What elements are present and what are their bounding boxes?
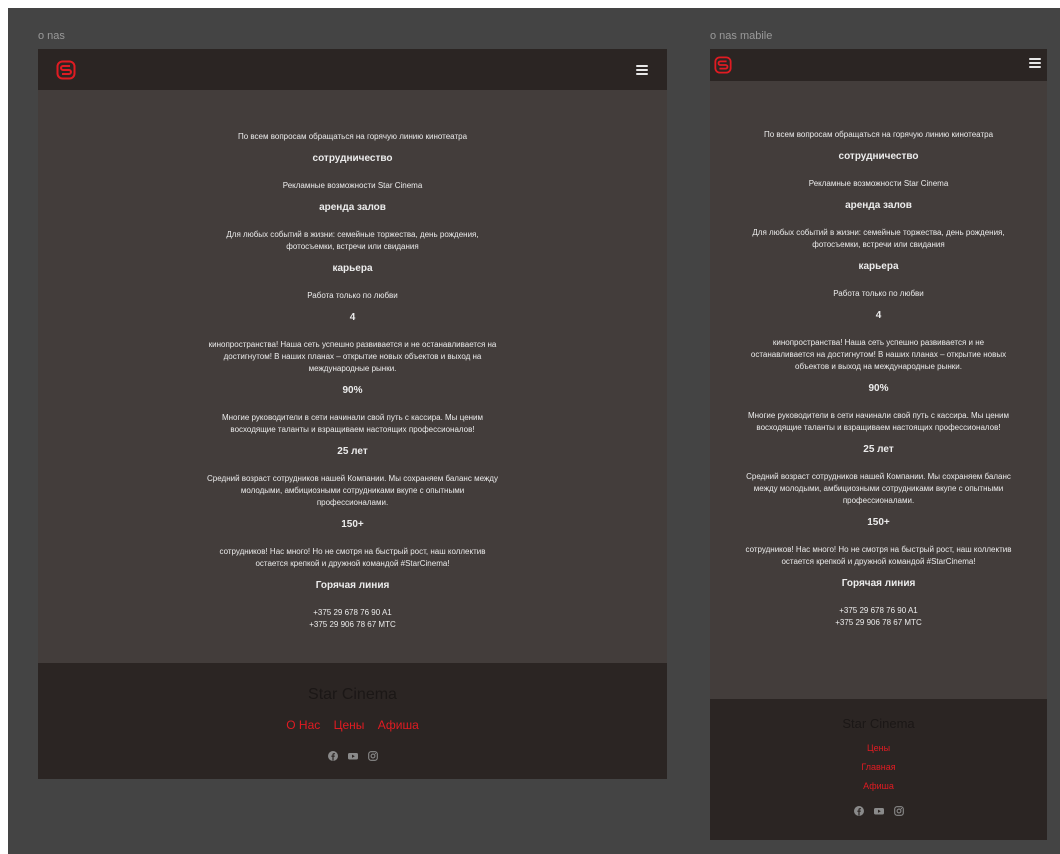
section-heading: 150+ — [867, 517, 890, 528]
instagram-icon[interactable] — [893, 803, 904, 816]
footer-brand: Star Cinema — [308, 686, 397, 703]
frame-label-mobile: o nas mabile — [710, 30, 773, 42]
frame-label-desktop: o nas — [38, 30, 65, 42]
section-text: Многие руководители в сети начинали свой… — [747, 411, 1010, 432]
section-text: сотрудников! Нас много! Но не смотря на … — [219, 547, 486, 568]
section-text: Средний возраст сотрудников нашей Компан… — [746, 472, 1011, 505]
footer-nav: О Нас Цены Афиша — [38, 716, 667, 734]
section-text: кинопространства! Наша сеть успешно разв… — [750, 338, 1007, 371]
section-text: сотрудников! Нас много! Но не смотря на … — [745, 545, 1012, 566]
section-text: По всем вопросам обращаться на горячую л… — [763, 130, 994, 139]
section-text: Работа только по любви — [307, 291, 398, 300]
section-text: Для любых событий в жизни: семейные торж… — [226, 230, 479, 251]
section-text: Многие руководители в сети начинали свой… — [221, 413, 484, 434]
footer-brand: Star Cinema — [842, 716, 915, 731]
social-links — [38, 748, 667, 761]
section-heading: 4 — [875, 310, 882, 321]
frame-desktop: По всем вопросам обращаться на горячую л… — [38, 49, 667, 779]
section-heading: карьера — [858, 261, 899, 272]
section-text: Работа только по любви — [833, 289, 924, 298]
top-nav-bar-mobile — [710, 49, 1047, 81]
section-heading: 150+ — [341, 519, 364, 530]
facebook-icon[interactable] — [327, 748, 338, 761]
section-heading: сотрудничество — [312, 153, 393, 164]
section-text: По всем вопросам обращаться на горячую л… — [237, 132, 468, 141]
footer-link-about[interactable]: О Нас — [286, 718, 320, 732]
section-heading: аренда залов — [845, 200, 912, 211]
footer-link-poster[interactable]: Афиша — [378, 718, 419, 732]
footer-link-prices[interactable]: Цены — [334, 718, 365, 732]
footer-mobile: Star Cinema Цены Главная Афиша — [710, 699, 1047, 840]
section-text: Средний возраст сотрудников нашей Компан… — [207, 474, 498, 507]
footer-nav-mobile: Цены Главная Афиша — [710, 743, 1047, 791]
main-content-mobile: По всем вопросам обращаться на горячую л… — [710, 129, 1047, 638]
facebook-icon[interactable] — [853, 803, 864, 816]
youtube-icon[interactable] — [873, 803, 884, 815]
menu-icon[interactable] — [636, 65, 648, 75]
frame-mobile: По всем вопросам обращаться на горячую л… — [710, 49, 1047, 840]
footer-link-poster[interactable]: Афиша — [863, 781, 894, 791]
instagram-icon[interactable] — [367, 748, 378, 761]
youtube-icon[interactable] — [347, 748, 358, 760]
section-text: Рекламные возможности Star Cinema — [282, 181, 423, 190]
logo-icon[interactable] — [56, 60, 76, 80]
section-heading: 4 — [349, 312, 356, 323]
section-text: кинопространства! Наша сеть успешно разв… — [208, 340, 497, 373]
top-nav-bar — [38, 49, 667, 90]
section-heading: Горячая линия — [841, 578, 916, 589]
footer-link-home[interactable]: Главная — [861, 762, 895, 772]
section-heading: аренда залов — [319, 202, 386, 213]
main-content: По всем вопросам обращаться на горячую л… — [38, 131, 667, 640]
section-text: +375 29 678 76 90 A1 +375 29 906 78 67 M… — [835, 606, 922, 627]
section-text: +375 29 678 76 90 A1 +375 29 906 78 67 M… — [309, 608, 396, 629]
section-heading: 25 лет — [337, 446, 368, 457]
design-canvas: o nas По всем вопросам обращаться на гор… — [8, 8, 1060, 854]
social-links-mobile — [710, 803, 1047, 816]
section-heading: карьера — [332, 263, 373, 274]
section-heading: сотрудничество — [838, 151, 919, 162]
section-text: Рекламные возможности Star Cinema — [808, 179, 949, 188]
logo-icon[interactable] — [714, 56, 732, 74]
section-heading: 25 лет — [863, 444, 894, 455]
section-heading: 90% — [342, 385, 363, 396]
section-heading: 90% — [868, 383, 889, 394]
footer-link-prices[interactable]: Цены — [867, 743, 890, 753]
footer: Star Cinema О Нас Цены Афиша — [38, 663, 667, 779]
section-text: Для любых событий в жизни: семейные торж… — [752, 228, 1005, 249]
section-heading: Горячая линия — [315, 580, 390, 591]
menu-icon[interactable] — [1029, 58, 1041, 68]
